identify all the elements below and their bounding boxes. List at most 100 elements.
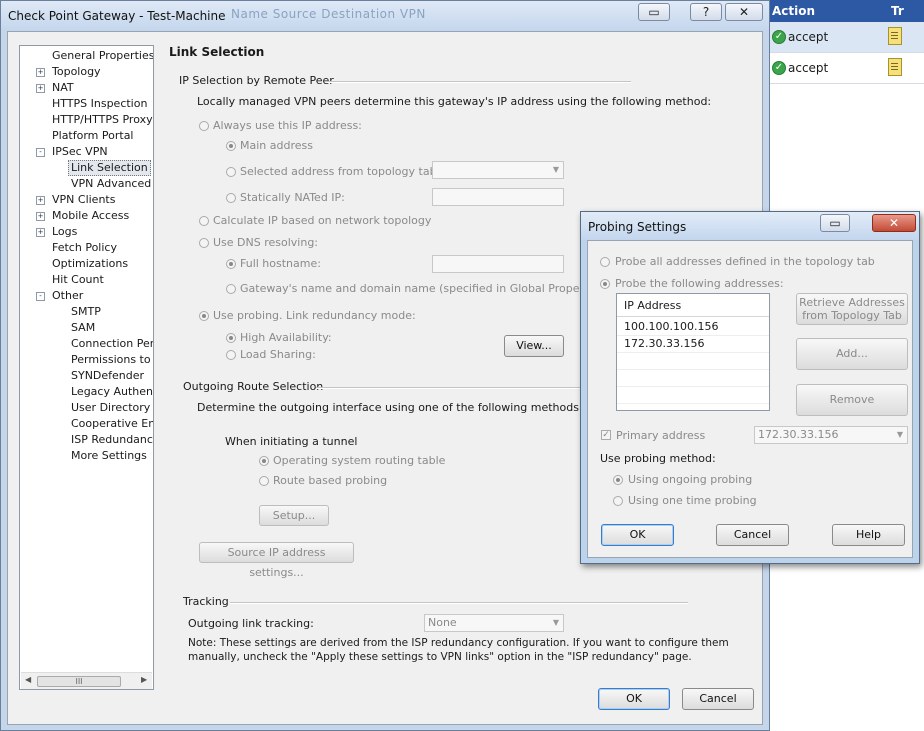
expand-icon[interactable]: + [36,68,45,77]
add-button[interactable]: Add... [796,338,908,370]
tree-item-ipsec-vpn[interactable]: IPSec VPN [52,145,108,159]
restore-icon[interactable]: ▭ [820,214,850,232]
tree-item-nat[interactable]: NAT [52,81,74,95]
tree-item-user-directory[interactable]: User Directory [71,401,150,415]
gateway-domain-radio[interactable] [226,284,236,294]
expand-icon[interactable]: + [36,196,45,205]
list-item[interactable] [617,386,769,404]
rule-row[interactable]: ✓ accept [770,22,924,53]
dialog-titlebar[interactable]: Probing Settings ▭ ✕ [581,212,919,240]
tree-item-smtp[interactable]: SMTP [71,305,101,319]
help-icon[interactable]: ? [690,3,722,21]
source-ip-settings-button[interactable]: Source IP address settings... [199,542,354,579]
expand-icon[interactable]: + [36,84,45,93]
rule-table-header: Action Tr [770,0,924,23]
full-hostname-input[interactable] [432,255,564,273]
retrieve-addresses-button[interactable]: Retrieve Addresses from Topology Tab [796,293,908,325]
tree-item-link-selection[interactable]: Link Selection [68,160,151,176]
always-use-ip-radio[interactable] [199,121,209,131]
scroll-thumb[interactable]: III [37,676,121,687]
probing-settings-dialog: Probing Settings ▭ ✕ Probe all addresses… [580,211,920,564]
view-button[interactable]: View... [504,335,564,357]
list-item[interactable] [617,352,769,370]
one-time-probing-radio[interactable] [613,496,623,506]
tree-item-connection-persist[interactable]: Connection Persist [71,337,153,351]
high-availability-radio[interactable] [226,333,236,343]
use-dns-radio[interactable] [199,238,209,248]
expand-icon[interactable]: + [36,228,45,237]
one-time-probing-label: Using one time probing [628,494,757,507]
ongoing-probing-radio[interactable] [613,475,623,485]
statically-nated-ip-input[interactable] [432,188,564,206]
primary-address-checkbox[interactable]: ✓ [601,430,611,440]
list-item[interactable]: 100.100.100.156 [617,318,769,336]
tree-item-sam[interactable]: SAM [71,321,95,335]
tree-item-hit-count[interactable]: Hit Count [52,273,104,287]
column-header-track[interactable]: Tr [891,4,904,18]
collapse-icon[interactable]: - [36,292,45,301]
setup-button[interactable]: Setup... [259,505,329,526]
list-header-ip-address[interactable]: IP Address [624,299,681,312]
tree-item-other[interactable]: Other [52,289,83,303]
tree-item-more-settings[interactable]: More Settings [71,449,147,463]
tree-item-mobile-access[interactable]: Mobile Access [52,209,129,223]
list-header: IP Address [617,294,769,317]
statically-nated-radio[interactable] [226,193,236,203]
divider [316,387,584,389]
collapse-icon[interactable]: - [36,148,45,157]
selected-address-radio[interactable] [226,167,236,177]
os-routing-label: Operating system routing table [273,454,446,467]
rule-action: accept [788,61,829,75]
close-icon[interactable]: ✕ [725,3,763,21]
statically-nated-label: Statically NATed IP: [240,191,345,204]
full-hostname-radio[interactable] [226,259,236,269]
outgoing-tracking-select[interactable]: None ▼ [424,614,564,632]
scroll-left-icon[interactable]: ◀ [25,675,31,684]
ip-address-list[interactable]: IP Address 100.100.100.156 172.30.33.156 [616,293,770,411]
remove-button[interactable]: Remove [796,384,908,416]
help-button[interactable]: Help [832,524,905,546]
navigation-tree[interactable]: General Properties + Topology + NAT HTTPS Ins… [19,45,154,690]
os-routing-radio[interactable] [259,456,269,466]
route-probing-radio[interactable] [259,476,269,486]
list-item[interactable]: 172.30.33.156 [617,335,769,353]
use-dns-label: Use DNS resolving: [213,236,319,249]
ok-button[interactable]: OK [598,688,670,710]
tree-item-https-inspection[interactable]: HTTPS Inspection [52,97,147,111]
cancel-button[interactable]: Cancel [682,688,754,710]
cancel-button[interactable]: Cancel [716,524,789,546]
window-titlebar[interactable]: Check Point Gateway - Test-Machine Name … [1,1,769,31]
expand-icon[interactable]: + [36,212,45,221]
tree-item-syndefender[interactable]: SYNDefender [71,369,144,383]
tree-item-legacy-authentica[interactable]: Legacy Authentica [71,385,153,399]
list-item[interactable] [617,369,769,387]
tree-item-permissions-to-insta[interactable]: Permissions to Insta [71,353,153,367]
load-sharing-radio[interactable] [226,350,236,360]
primary-address-select[interactable]: 172.30.33.156 ▼ [754,426,908,444]
tree-item-vpn-advanced[interactable]: VPN Advanced [71,177,151,191]
main-address-radio[interactable] [226,141,236,151]
use-probing-radio[interactable] [199,311,209,321]
close-icon[interactable]: ✕ [872,214,916,232]
probe-all-radio[interactable] [600,257,610,267]
tree-item-topology[interactable]: Topology [52,65,101,79]
topology-address-select[interactable]: ▼ [432,161,564,179]
tree-item-general-properties[interactable]: General Properties [52,49,153,63]
tree-item-isp-redundancy[interactable]: ISP Redundancy [71,433,153,447]
restore-icon[interactable]: ▭ [638,3,670,21]
ok-button[interactable]: OK [601,524,674,546]
tree-item-http-https-proxy[interactable]: HTTP/HTTPS Proxy [52,113,153,127]
calculate-ip-radio[interactable] [199,216,209,226]
column-header-action[interactable]: Action [772,4,815,18]
tree-item-logs[interactable]: Logs [52,225,77,239]
tree-item-vpn-clients[interactable]: VPN Clients [52,193,115,207]
tree-horizontal-scrollbar[interactable]: ◀ III ▶ [21,672,152,689]
tree-item-cooperative-enforc[interactable]: Cooperative Enforc [71,417,153,431]
tree-item-fetch-policy[interactable]: Fetch Policy [52,241,117,255]
tree-item-optimizations[interactable]: Optimizations [52,257,128,271]
rule-row[interactable]: ✓ accept [770,53,924,84]
probe-following-radio[interactable] [600,279,610,289]
main-address-label: Main address [240,139,313,152]
tree-item-platform-portal[interactable]: Platform Portal [52,129,134,143]
scroll-right-icon[interactable]: ▶ [141,675,147,684]
